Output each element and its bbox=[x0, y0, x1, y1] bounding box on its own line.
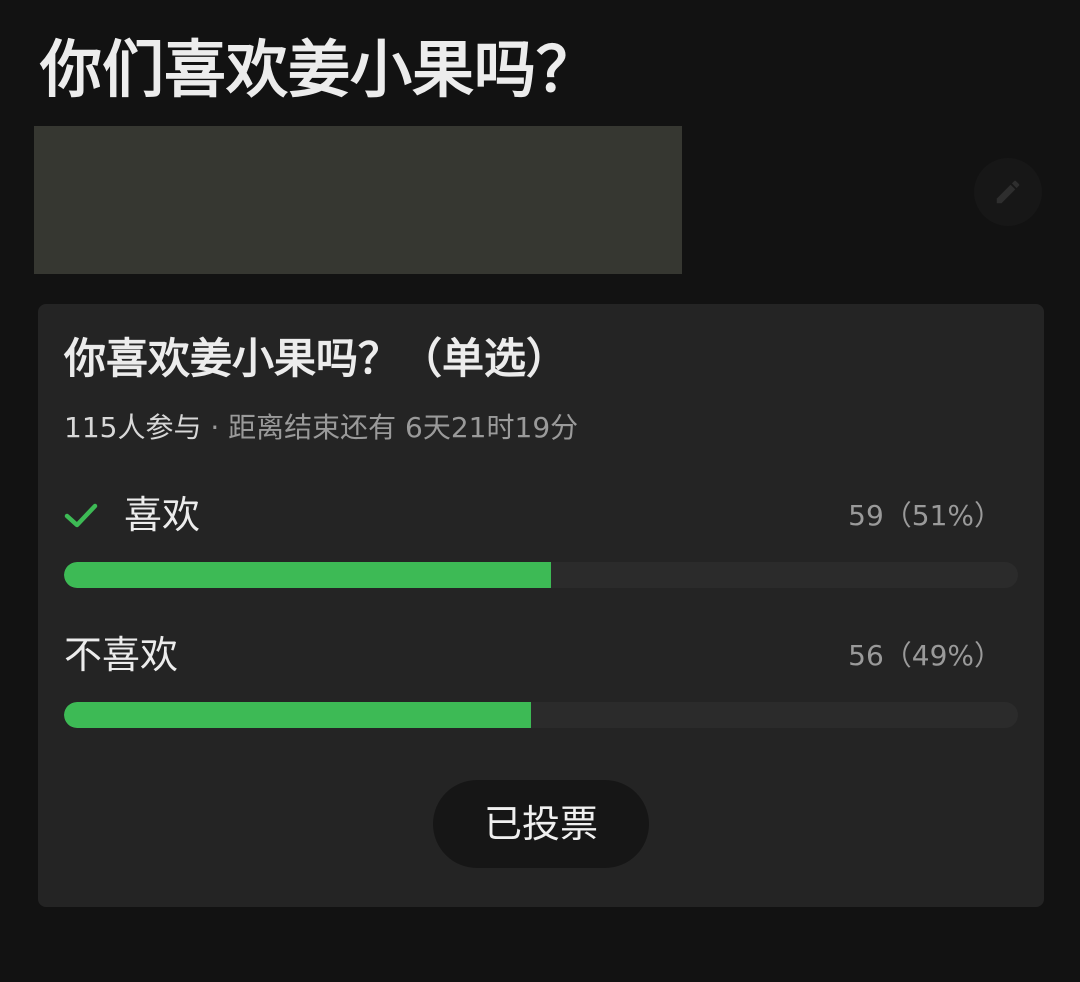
option-bar-fill bbox=[64, 702, 532, 728]
participant-count: 115人参与 bbox=[64, 411, 202, 444]
post-image[interactable] bbox=[34, 126, 682, 274]
meta-separator: · bbox=[201, 411, 229, 444]
page-title: 你们喜欢姜小果吗？ bbox=[40, 33, 599, 106]
edit-button[interactable] bbox=[974, 158, 1042, 226]
poll-title: 你喜欢姜小果吗？（单选） bbox=[64, 334, 569, 383]
time-remaining: 距离结束还有 6天21时19分 bbox=[228, 411, 579, 444]
option-count: 56（49%） bbox=[848, 639, 1002, 672]
option-label: 不喜欢 bbox=[64, 633, 179, 677]
pencil-icon bbox=[996, 180, 1020, 204]
poll-option-like[interactable]: 喜欢 59（51%） bbox=[64, 488, 1018, 588]
voted-button[interactable]: 已投票 bbox=[433, 780, 649, 868]
option-count: 59（51%） bbox=[848, 499, 1002, 532]
poll-meta: 115人参与 · 距离结束还有 6天21时19分 bbox=[64, 408, 578, 448]
option-bar-track bbox=[64, 562, 1018, 588]
option-head: 喜欢 59（51%） bbox=[64, 488, 1018, 542]
option-bar-track bbox=[64, 702, 1018, 728]
check-icon bbox=[64, 503, 98, 528]
option-label: 喜欢 bbox=[124, 493, 201, 537]
poll-card: 你喜欢姜小果吗？（单选） 115人参与 · 距离结束还有 6天21时19分 喜欢… bbox=[38, 304, 1044, 907]
option-bar-fill bbox=[64, 562, 551, 588]
option-head: 不喜欢 56（49%） bbox=[64, 628, 1018, 682]
poll-option-dislike[interactable]: 不喜欢 56（49%） bbox=[64, 628, 1018, 728]
